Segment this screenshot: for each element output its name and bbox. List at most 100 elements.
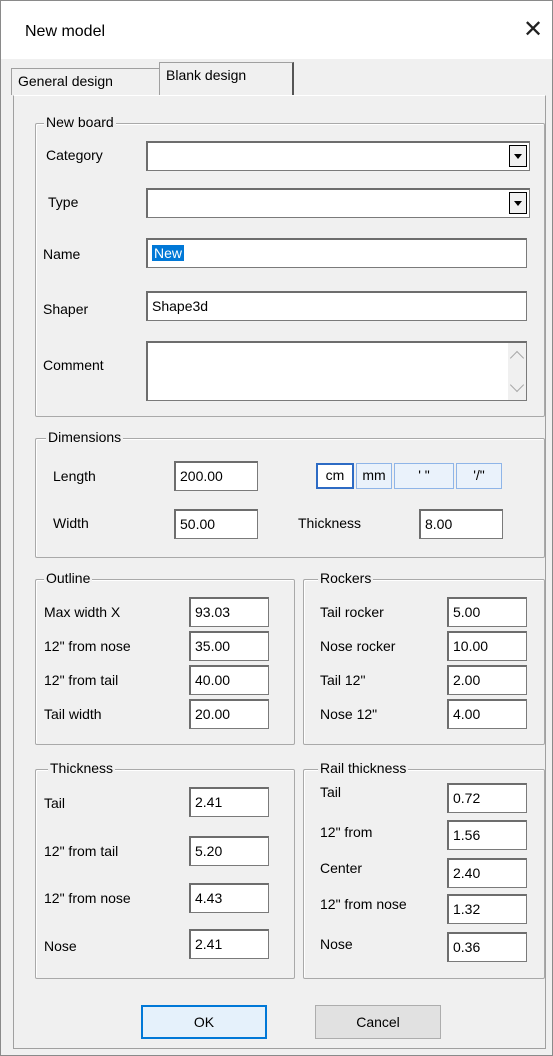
thickness-row-label: 12" from tail <box>44 843 119 859</box>
category-label: Category <box>46 147 103 163</box>
category-select[interactable] <box>146 141 530 171</box>
thickness-value: 8.00 <box>425 516 453 532</box>
shaper-value: Shape3d <box>152 298 209 314</box>
rockers-row-value: 2.00 <box>453 672 481 688</box>
unit-feet-inches-button[interactable]: ' " <box>394 463 454 489</box>
rail-row-value: 1.32 <box>453 901 481 917</box>
rail-center-field[interactable]: 2.40 <box>447 858 527 888</box>
chevron-down-icon[interactable] <box>509 377 525 393</box>
rail-row-value: 0.36 <box>453 939 481 955</box>
thickness-row-value: 2.41 <box>195 794 223 810</box>
rockers-row-label: Nose 12" <box>320 706 378 722</box>
width-value: 50.00 <box>180 516 216 532</box>
nose-12-field[interactable]: 4.00 <box>447 699 527 729</box>
thickness-row-label: Tail <box>44 795 66 811</box>
rockers-group: Rockers Tail rocker 5.00 Nose rocker 10.… <box>303 570 545 745</box>
unit-mm-button[interactable]: mm <box>356 463 392 489</box>
rockers-row-label: Nose rocker <box>320 638 396 654</box>
tab-strip: General design Blank design <box>1 59 552 96</box>
rail-nose-field[interactable]: 0.36 <box>447 932 527 962</box>
max-width-x-field[interactable]: 93.03 <box>189 597 269 627</box>
rail-thickness-legend: Rail thickness <box>318 760 409 776</box>
rail-row-label: Nose <box>320 936 353 952</box>
rail-tail-field[interactable]: 0.72 <box>447 783 527 813</box>
rockers-row-label: Tail 12" <box>320 672 366 688</box>
dimensions-group: Dimensions Length 200.00 cm mm ' " '/" W… <box>35 429 545 558</box>
thickness-row-value: 5.20 <box>195 843 223 859</box>
thickness-field[interactable]: 8.00 <box>419 509 503 539</box>
rail-thickness-group: Rail thickness Tail 0.72 12" from 1.56 C… <box>303 760 545 979</box>
tab-page-blank-design: New board Category Type Name New Shaper … <box>13 95 546 1049</box>
tail-12-field[interactable]: 2.00 <box>447 665 527 695</box>
rail-12-from-nose-field[interactable]: 1.32 <box>447 894 527 924</box>
width-field[interactable]: 50.00 <box>174 509 258 539</box>
rockers-row-label: Tail rocker <box>320 604 384 620</box>
thickness-legend: Thickness <box>48 760 116 776</box>
length-label: Length <box>53 468 96 484</box>
thickness-label: Thickness <box>298 515 362 531</box>
unit-feet-fraction-button[interactable]: '/" <box>456 463 502 489</box>
rail-row-label: 12" from nose <box>320 896 407 912</box>
thickness-nose-field[interactable]: 2.41 <box>189 929 269 959</box>
rail-row-label: Center <box>320 860 363 876</box>
outline-legend: Outline <box>44 570 93 586</box>
outline-row-value: 20.00 <box>195 706 231 722</box>
tab-label: Blank design <box>166 67 247 83</box>
new-board-legend: New board <box>44 114 116 130</box>
dialog-window: New model ✕ General design Blank design … <box>0 0 553 1056</box>
rockers-row-value: 5.00 <box>453 604 481 620</box>
chevron-down-icon[interactable] <box>509 145 527 167</box>
unit-label: '/" <box>473 467 485 483</box>
thickness-row-value: 2.41 <box>195 936 223 952</box>
rockers-row-value: 10.00 <box>453 638 489 654</box>
thickness-row-value: 4.43 <box>195 890 223 906</box>
rail-12-from-field[interactable]: 1.56 <box>447 820 527 850</box>
unit-label: ' " <box>418 467 430 483</box>
shaper-label: Shaper <box>43 301 89 317</box>
type-label: Type <box>48 194 79 210</box>
tail-rocker-field[interactable]: 5.00 <box>447 597 527 627</box>
chevron-up-icon[interactable] <box>509 350 525 366</box>
comment-field[interactable] <box>146 341 527 401</box>
outline-row-value: 40.00 <box>195 672 231 688</box>
nose-rocker-field[interactable]: 10.00 <box>447 631 527 661</box>
thickness-tail-field[interactable]: 2.41 <box>189 787 269 817</box>
type-select[interactable] <box>146 188 530 218</box>
tail-width-field[interactable]: 20.00 <box>189 699 269 729</box>
unit-label: cm <box>325 467 345 483</box>
close-icon[interactable]: ✕ <box>519 15 547 45</box>
outline-group: Outline Max width X 93.03 12" from nose … <box>35 570 295 745</box>
new-board-group: New board Category Type Name New Shaper … <box>35 114 545 417</box>
ok-label: OK <box>193 1014 215 1030</box>
outline-row-value: 35.00 <box>195 638 231 654</box>
tab-general-design[interactable]: General design <box>11 68 163 95</box>
comment-label: Comment <box>43 357 104 373</box>
rockers-row-value: 4.00 <box>453 706 481 722</box>
shaper-field[interactable]: Shape3d <box>146 291 527 321</box>
thickness-row-label: Nose <box>44 938 77 954</box>
chevron-down-icon[interactable] <box>509 192 527 214</box>
cancel-button[interactable]: Cancel <box>315 1005 441 1039</box>
dimensions-legend: Dimensions <box>46 429 124 445</box>
outline-12-from-nose-field[interactable]: 35.00 <box>189 631 269 661</box>
unit-label: mm <box>362 467 386 483</box>
outline-row-label: Tail width <box>44 706 102 722</box>
ok-button[interactable]: OK <box>141 1005 267 1039</box>
thickness-12-from-tail-field[interactable]: 5.20 <box>189 836 269 866</box>
length-field[interactable]: 200.00 <box>174 461 258 491</box>
rail-row-value: 2.40 <box>453 865 481 881</box>
outline-row-value: 93.03 <box>195 604 231 620</box>
outline-row-label: 12" from tail <box>44 672 119 688</box>
unit-cm-button[interactable]: cm <box>316 463 354 489</box>
thickness-row-label: 12" from nose <box>44 890 131 906</box>
title-bar: New model ✕ <box>1 1 552 59</box>
thickness-group: Thickness Tail 2.41 12" from tail 5.20 1… <box>35 760 295 979</box>
thickness-12-from-nose-field[interactable]: 4.43 <box>189 883 269 913</box>
outline-12-from-tail-field[interactable]: 40.00 <box>189 665 269 695</box>
name-field[interactable]: New <box>146 238 527 268</box>
name-label: Name <box>43 246 81 262</box>
comment-scrollbar[interactable] <box>508 343 526 400</box>
length-value: 200.00 <box>180 468 223 484</box>
tab-blank-design[interactable]: Blank design <box>159 62 294 96</box>
width-label: Width <box>53 515 89 531</box>
